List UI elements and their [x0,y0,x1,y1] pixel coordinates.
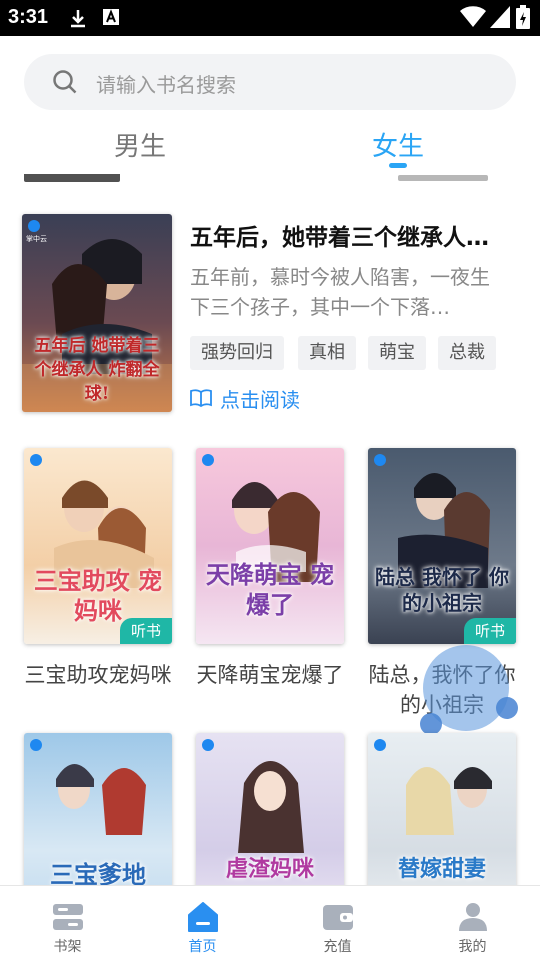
wallet-icon [323,905,353,930]
brand-mark: 掌中云 [26,236,47,243]
nav-home[interactable]: 首页 [135,886,270,960]
brand-logo-icon [374,739,386,751]
notification-a-icon [103,9,119,25]
search-bar[interactable]: 请输入书名搜索 [24,54,516,110]
brand-logo-icon [202,454,214,466]
cover-text-1: 三宝助攻 宠妈咪 [33,566,163,625]
brand-logo-icon [30,739,42,751]
featured-description: 五年前，慕时今被人陷害，一夜生下三个孩子，其中一个下落… [190,265,490,319]
tab-male[interactable]: 男生 [114,126,166,163]
nav-profile[interactable]: 我的 [405,886,540,960]
cover-text-3: 陆总 我怀了 你的小祖宗 [375,565,509,615]
bookshelf-icon [53,904,83,930]
profile-icon [459,903,487,931]
book-title-2[interactable]: 天降萌宝宠爆了 [195,660,345,690]
nav-bookshelf[interactable]: 书架 [0,886,135,960]
nav-home-label: 首页 [188,939,217,955]
audio-badge-3: 听书 [464,618,516,644]
signal-icon [490,6,510,28]
cover-text-6: 替嫁甜妻 [397,856,486,882]
featured-cover-text: 五年后 她带着三个继承人 炸翻全球! [34,336,160,404]
read-now-label: 点击阅读 [220,388,300,412]
featured-title[interactable]: 五年后，她带着三个继承人… [190,218,520,252]
tag-truth[interactable]: 真相 [298,336,356,370]
book-open-icon [190,389,212,408]
cover-text-5: 虐渣妈咪 [225,856,314,882]
brand-logo-icon [28,220,40,232]
battery-icon [516,5,530,29]
book-cover-1[interactable]: 三宝助攻 宠妈咪 听书 [24,448,172,644]
status-bar: 3:31 [0,0,540,36]
nav-bookshelf-label: 书架 [53,939,82,955]
brand-logo-icon [202,739,214,751]
gender-tabs: 男生 女生 [0,118,540,174]
tab-indicator [389,163,407,168]
tab-female[interactable]: 女生 [372,126,424,163]
download-icon [71,10,85,28]
tag-ceo[interactable]: 总裁 [438,336,496,370]
brand-logo-icon [374,454,386,466]
touch-point-1 [420,713,442,735]
book-title-1[interactable]: 三宝助攻宠妈咪 [23,660,173,690]
wifi-icon [460,6,486,28]
book-cover-2[interactable]: 天降萌宝 宠爆了 [196,448,344,644]
nav-recharge[interactable]: 充值 [270,886,405,960]
brand-logo-icon [30,454,42,466]
nav-profile-label: 我的 [458,939,487,955]
audio-badge-1: 听书 [120,618,172,644]
home-icon [188,902,218,932]
bottom-nav: 书架 首页 充值 我的 [0,885,540,960]
cover-text-2: 天降萌宝 宠爆了 [205,560,335,619]
tag-cute-baby[interactable]: 萌宝 [368,336,426,370]
search-icon [53,70,77,94]
status-time: 3:31 [8,6,49,28]
featured-book-cover[interactable]: 掌中云 五年后 她带着三个继承人 炸翻全球! [22,214,172,412]
search-placeholder: 请输入书名搜索 [96,73,236,97]
tag-strong-return[interactable]: 强势回归 [190,336,284,370]
nav-recharge-label: 充值 [323,939,352,955]
touch-point-2 [496,697,518,719]
book-cover-3[interactable]: 陆总 我怀了 你的小祖宗 听书 [368,448,516,644]
